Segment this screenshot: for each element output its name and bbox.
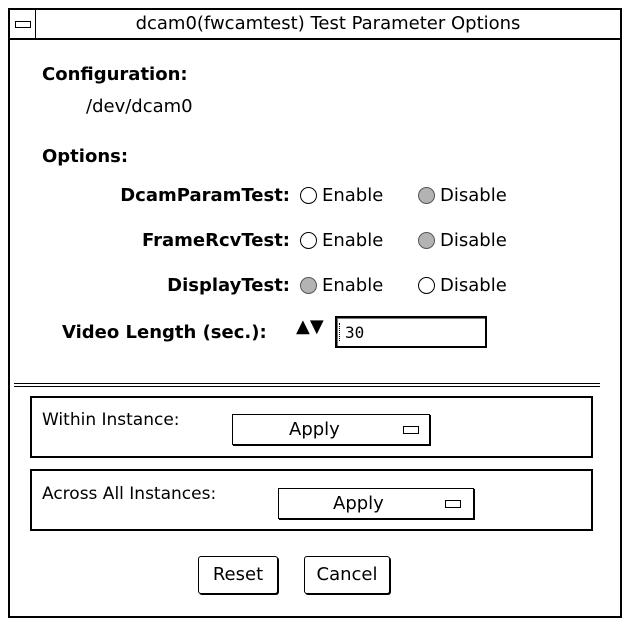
cancel-button[interactable]: Cancel [304, 556, 390, 594]
configuration-heading: Configuration: [42, 64, 188, 85]
framercvtest-disable-radio[interactable]: Disable [418, 230, 507, 251]
radio-unselected-icon [300, 232, 317, 249]
increment-arrow-icon[interactable]: ▲ [296, 318, 310, 336]
window-title: dcam0(fwcamtest) Test Parameter Options [135, 13, 521, 34]
options-heading: Options: [42, 146, 129, 167]
video-length-label: Video Length (sec.): [62, 322, 267, 343]
framercvtest-enable-radio[interactable]: Enable [300, 230, 383, 251]
within-instance-apply-button[interactable]: Apply [232, 414, 430, 445]
window-menu-icon[interactable] [10, 10, 36, 38]
dcamparamtest-label: DcamParamTest: [120, 185, 290, 206]
apply-label: Apply [289, 419, 340, 440]
radio-label: Disable [440, 230, 507, 251]
separator [14, 386, 600, 387]
title-bar: dcam0(fwcamtest) Test Parameter Options [10, 10, 620, 40]
within-instance-label: Within Instance: [42, 410, 180, 430]
apply-label: Apply [333, 493, 384, 514]
video-length-stepper: ▲ ▼ [296, 318, 324, 336]
decrement-arrow-icon[interactable]: ▼ [310, 318, 324, 336]
menu-button-icon [403, 426, 419, 434]
video-length-value: 30 [345, 323, 365, 342]
radio-selected-icon [418, 187, 435, 204]
video-length-input[interactable]: 30 [335, 316, 487, 348]
reset-button[interactable]: Reset [198, 556, 278, 594]
configuration-device: /dev/dcam0 [86, 96, 193, 117]
framercvtest-label: FrameRcvTest: [141, 230, 290, 251]
radio-selected-icon [418, 232, 435, 249]
radio-label: Enable [322, 230, 384, 251]
radio-label: Enable [322, 185, 384, 206]
text-caret [339, 323, 342, 341]
dcamparamtest-disable-radio[interactable]: Disable [418, 185, 507, 206]
radio-label: Enable [322, 275, 384, 296]
displaytest-disable-radio[interactable]: Disable [418, 275, 507, 296]
across-instances-label: Across All Instances: [42, 484, 217, 504]
radio-unselected-icon [418, 277, 435, 294]
radio-unselected-icon [300, 187, 317, 204]
dcamparamtest-enable-radio[interactable]: Enable [300, 185, 383, 206]
radio-label: Disable [440, 275, 507, 296]
separator [14, 383, 600, 384]
menu-button-icon [445, 500, 461, 508]
across-instances-apply-button[interactable]: Apply [278, 488, 474, 519]
displaytest-enable-radio[interactable]: Enable [300, 275, 383, 296]
radio-label: Disable [440, 185, 507, 206]
displaytest-label: DisplayTest: [167, 275, 290, 296]
radio-selected-icon [300, 277, 317, 294]
